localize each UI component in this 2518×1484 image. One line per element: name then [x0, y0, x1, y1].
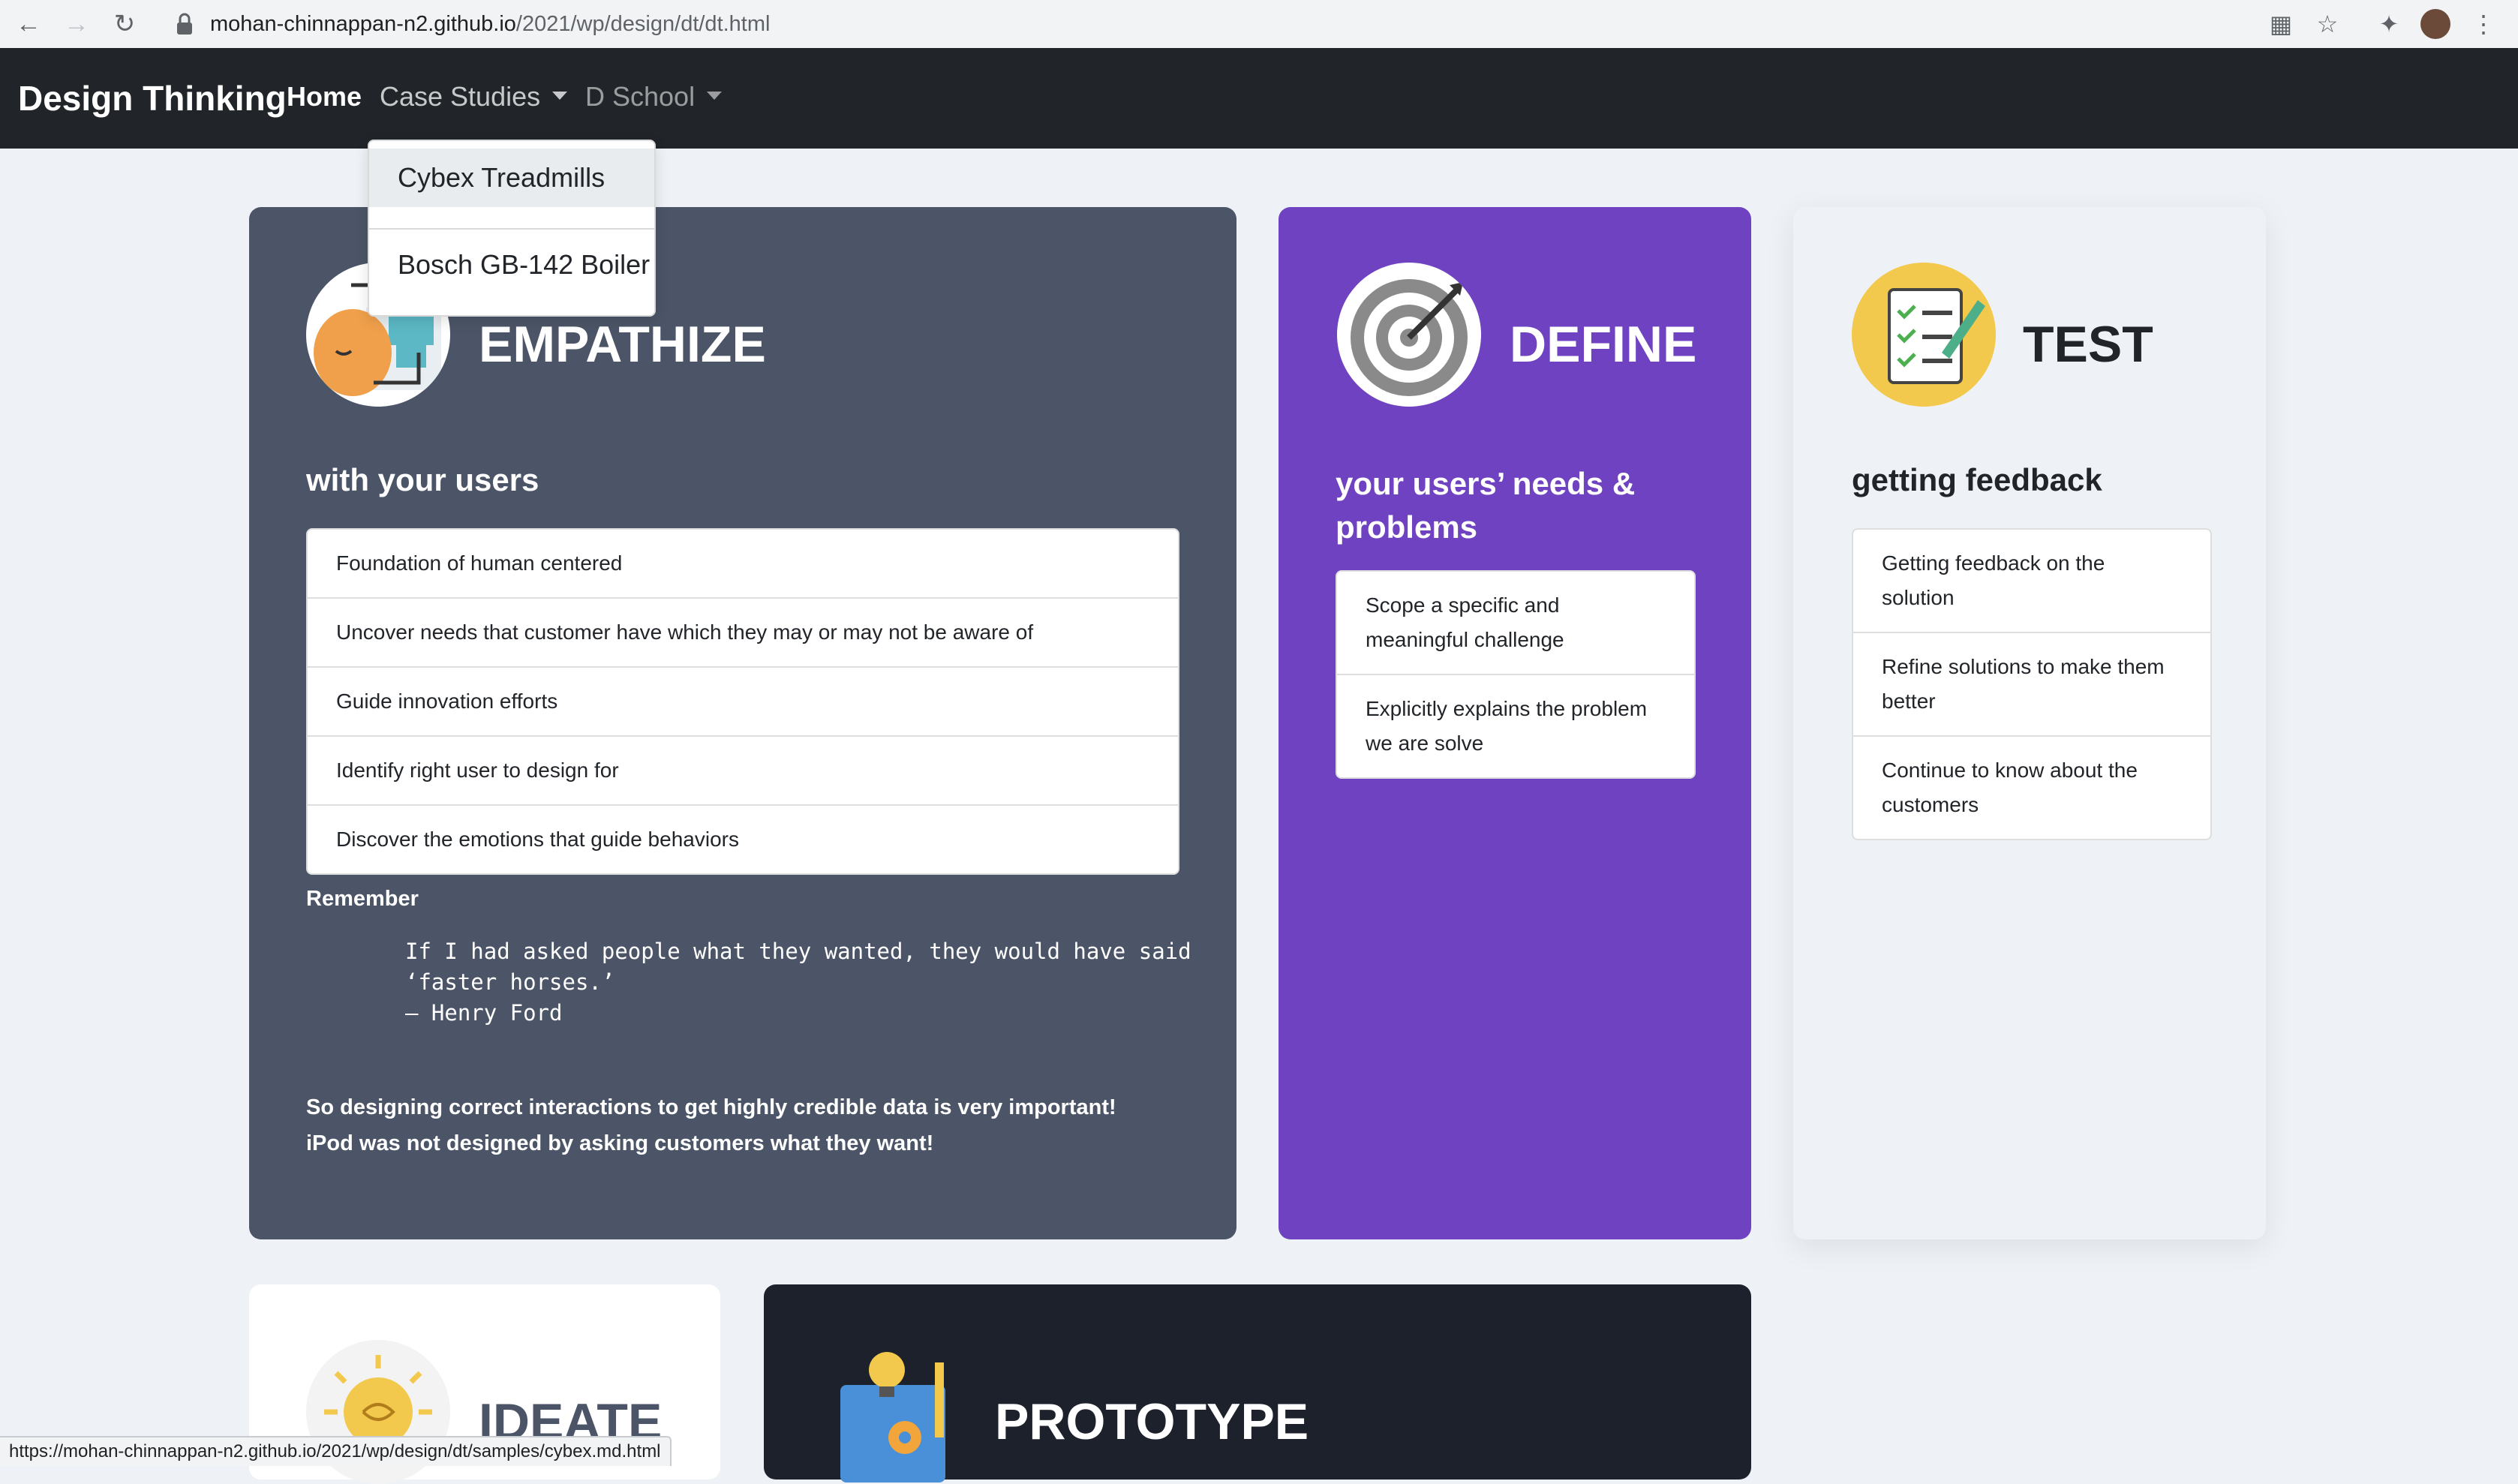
url-host: mohan-chinnappan-n2.github.io	[210, 12, 516, 36]
define-subtitle: your users’ needs & problems	[1336, 462, 1635, 549]
list-item: Identify right user to design for	[308, 735, 1178, 804]
reload-icon[interactable]: ↻	[107, 6, 143, 42]
dropdown-item-bosch-boiler[interactable]: Bosch GB-142 Boiler	[369, 236, 654, 294]
quote-line: If I had asked people what they wanted, …	[405, 939, 1191, 964]
forward-icon[interactable]: →	[59, 6, 95, 42]
list-item: Getting feedback on the solution	[1853, 530, 2210, 632]
list-item-line: Explicitly explains the problem	[1366, 697, 1648, 720]
case-studies-dropdown: Cybex Treadmills Bosch GB-142 Boiler	[368, 140, 656, 317]
brand-link[interactable]: Design Thinking	[18, 78, 287, 119]
list-item: Discover the emotions that guide behavio…	[308, 804, 1178, 873]
list-item: Continue to know about the customers	[1853, 735, 2210, 839]
closing-line: iPod was not designed by asking customer…	[306, 1131, 934, 1155]
empathize-title: EMPATHIZE	[479, 316, 766, 373]
nav-case-studies[interactable]: Case Studies	[380, 81, 568, 113]
lock-icon	[177, 13, 192, 35]
list-item-line: Scope a specific and	[1366, 593, 1560, 617]
dropdown-item-cybex-treadmills[interactable]: Cybex Treadmills	[369, 149, 654, 207]
menu-kebab-icon[interactable]: ⋮	[2465, 6, 2501, 42]
empathize-closing-text: So designing correct interactions to get…	[306, 1089, 1116, 1161]
blueprint-icon	[822, 1340, 966, 1484]
define-list: Scope a specific and meaningful challenge…	[1336, 570, 1696, 779]
url-path: /2021/wp/design/dt/dt.html	[515, 12, 771, 36]
dropdown-divider	[369, 228, 654, 230]
chevron-down-icon	[552, 91, 568, 100]
url-text[interactable]: mohan-chinnappan-n2.github.io/2021/wp/de…	[210, 12, 770, 37]
list-item-line: better	[1882, 689, 1936, 713]
site-navbar: Design Thinking Home Case Studies D Scho…	[0, 48, 2518, 149]
empathize-subtitle: with your users	[306, 462, 539, 497]
quote-line: – Henry Ford	[405, 1000, 563, 1026]
henry-ford-quote: If I had asked people what they wanted, …	[405, 936, 1191, 1029]
test-subtitle: getting feedback	[1852, 462, 2102, 497]
list-item: Uncover needs that customer have which t…	[308, 597, 1178, 666]
status-bar-url: https://mohan-chinnappan-n2.github.io/20…	[0, 1436, 672, 1466]
empathize-list: Foundation of human centered Uncover nee…	[306, 528, 1179, 875]
closing-line: So designing correct interactions to get…	[306, 1095, 1116, 1119]
browser-toolbar: ← → ↻ mohan-chinnappan-n2.github.io/2021…	[0, 0, 2518, 48]
list-item: Guide innovation efforts	[308, 666, 1178, 735]
address-bar[interactable]: mohan-chinnappan-n2.github.io/2021/wp/de…	[164, 3, 2357, 45]
nav-d-school[interactable]: D School	[585, 81, 723, 113]
list-item-line: Getting feedback on the	[1882, 551, 2105, 575]
bookmark-star-icon[interactable]: ☆	[2309, 6, 2345, 42]
prototype-title: PROTOTYPE	[995, 1393, 1309, 1450]
nav-case-studies-label: Case Studies	[380, 81, 541, 112]
test-title: TEST	[2023, 316, 2153, 373]
quote-line: ‘faster horses.’	[405, 969, 615, 995]
qr-code-icon[interactable]: ▦	[2263, 6, 2299, 42]
list-item-line: Continue to know about the	[1882, 759, 2138, 782]
list-item: Foundation of human centered	[336, 551, 623, 575]
subtitle-line: problems	[1336, 509, 1478, 545]
list-item: Scope a specific and meaningful challenge	[1337, 572, 1694, 674]
list-item-line: meaningful challenge	[1366, 628, 1564, 651]
define-title: DEFINE	[1510, 316, 1697, 373]
profile-avatar[interactable]	[2420, 9, 2450, 39]
list-item-line: we are solve	[1366, 731, 1484, 755]
chevron-down-icon	[707, 91, 723, 100]
target-icon	[1337, 263, 1481, 407]
list-item: Explicitly explains the problem we are so…	[1337, 674, 1694, 777]
back-icon[interactable]: ←	[11, 6, 47, 42]
list-item-line: customers	[1882, 793, 1979, 816]
nav-home[interactable]: Home	[287, 81, 362, 113]
nav-d-school-label: D School	[585, 81, 696, 112]
test-list: Getting feedback on the solution Refine s…	[1852, 528, 2212, 840]
list-item-line: solution	[1882, 586, 1955, 609]
extensions-icon[interactable]: ✦	[2371, 6, 2407, 42]
remember-label: Remember	[306, 887, 419, 911]
subtitle-line: your users’ needs &	[1336, 466, 1636, 501]
list-item: Refine solutions to make them better	[1853, 632, 2210, 735]
checklist-icon	[1852, 263, 1996, 407]
list-item-line: Refine solutions to make them	[1882, 655, 2165, 678]
